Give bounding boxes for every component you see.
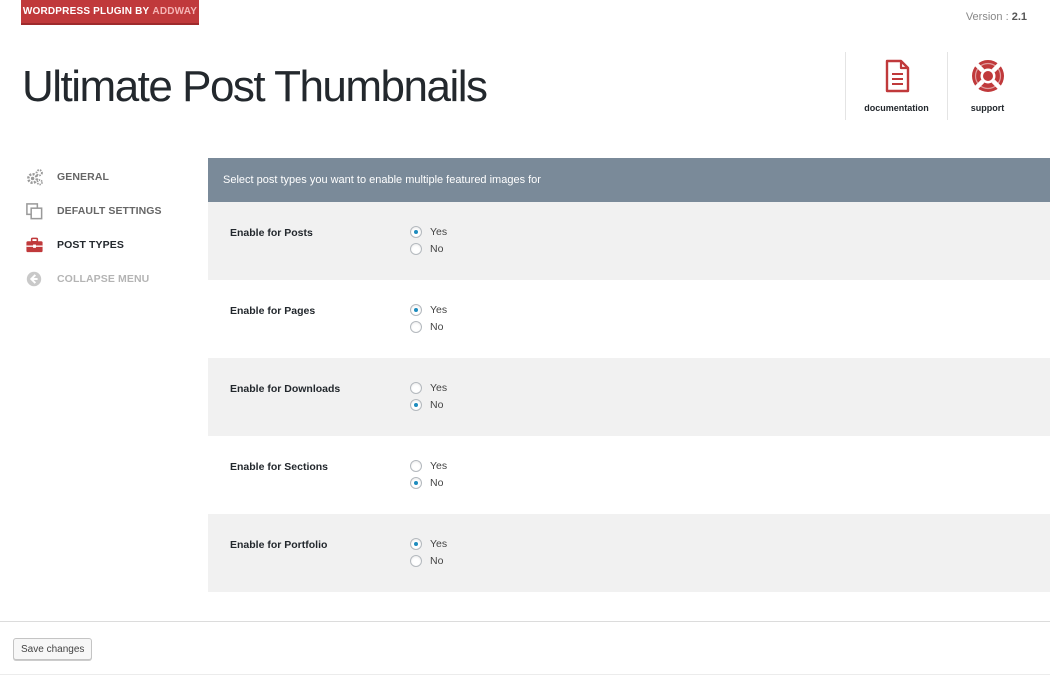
radio-label: No	[430, 320, 444, 333]
radio-option-yes[interactable]: Yes	[410, 302, 447, 319]
radio-option-no[interactable]: No	[410, 475, 447, 492]
sidebar-item-default-settings[interactable]: DEFAULT SETTINGS	[24, 194, 194, 228]
radio-option-no[interactable]: No	[410, 319, 447, 336]
radio-group: Yes No	[410, 380, 447, 413]
radio-button[interactable]	[410, 476, 422, 489]
support-link[interactable]: support	[947, 52, 1027, 120]
panel-header: Select post types you want to enable mul…	[208, 158, 1050, 202]
radio-button[interactable]	[410, 554, 422, 567]
badge-brand: ADDWAY	[152, 6, 198, 17]
sidebar-item-label: COLLAPSE MENU	[57, 273, 150, 285]
radio-button[interactable]	[410, 460, 422, 473]
sidebar-item-label: GENERAL	[57, 171, 110, 183]
version-info: Version : 2.1	[966, 11, 1027, 23]
radio-button[interactable]	[410, 242, 422, 255]
setting-row: Enable for Pages Yes No	[208, 280, 1050, 358]
setting-row: Enable for Downloads Yes No	[208, 358, 1050, 436]
documentation-link[interactable]: documentation	[845, 52, 947, 120]
radio-option-no[interactable]: No	[410, 241, 447, 258]
radio-label: Yes	[430, 226, 448, 239]
radio-option-no[interactable]: No	[410, 553, 447, 570]
plugin-badge: WORDPRESS PLUGIN BY ADDWAY	[21, 0, 199, 25]
setting-label: Enable for Pages	[230, 305, 316, 317]
radio-label: Yes	[430, 304, 448, 317]
setting-label: Enable for Posts	[230, 227, 313, 239]
radio-label: No	[430, 398, 444, 411]
sidebar-item-label: POST TYPES	[57, 239, 124, 251]
radio-option-no[interactable]: No	[410, 397, 447, 414]
radio-option-yes[interactable]: Yes	[410, 224, 447, 241]
radio-label: No	[430, 476, 444, 489]
setting-row: Enable for Sections Yes No	[208, 436, 1050, 514]
sidebar-item-collapse-menu[interactable]: COLLAPSE MENU	[24, 262, 194, 296]
toolbox-icon	[24, 235, 44, 255]
radio-label: Yes	[430, 460, 448, 473]
setting-label: Enable for Downloads	[230, 383, 341, 395]
radio-button[interactable]	[410, 538, 422, 551]
divider	[0, 674, 1050, 675]
save-changes-button[interactable]: Save changes	[13, 638, 93, 660]
arrow-left-circle-icon	[24, 269, 44, 289]
radio-option-yes[interactable]: Yes	[410, 380, 447, 397]
radio-option-yes[interactable]: Yes	[410, 536, 447, 553]
post-types-panel: Select post types you want to enable mul…	[208, 158, 1050, 592]
radio-button[interactable]	[410, 382, 422, 395]
help-links: documentation support	[845, 52, 1027, 120]
radio-label: No	[430, 242, 444, 255]
sidebar-item-general[interactable]: GENERAL	[24, 160, 194, 194]
setting-row: Enable for Portfolio Yes No	[208, 514, 1050, 592]
setting-label: Enable for Portfolio	[230, 539, 328, 551]
sidebar-nav: GENERAL DEFAULT SETTINGS POST TYPES COLL…	[24, 160, 194, 296]
setting-row: Enable for Posts Yes No	[208, 202, 1050, 280]
page-title: Ultimate Post Thumbnails	[22, 62, 488, 111]
sidebar-item-label: DEFAULT SETTINGS	[57, 205, 162, 217]
radio-group: Yes No	[410, 302, 447, 335]
version-label: Version :	[965, 11, 1009, 23]
divider	[0, 621, 1050, 622]
radio-group: Yes No	[410, 536, 447, 569]
version-number: 2.1	[1011, 11, 1027, 23]
setting-label: Enable for Sections	[230, 461, 329, 473]
radio-option-yes[interactable]: Yes	[410, 458, 447, 475]
copy-icon	[24, 201, 44, 221]
radio-label: No	[430, 554, 444, 567]
support-label: support	[970, 103, 1005, 113]
documentation-label: documentation	[864, 103, 929, 113]
radio-button[interactable]	[410, 304, 422, 317]
badge-prefix: WORDPRESS PLUGIN BY	[22, 6, 150, 17]
settings-rows: Enable for Posts Yes No Enable for Pages Yes…	[208, 202, 1050, 592]
sidebar-item-post-types[interactable]: POST TYPES	[24, 228, 194, 262]
lifebuoy-icon	[971, 60, 1004, 92]
radio-button[interactable]	[410, 320, 422, 333]
gears-icon	[24, 167, 44, 187]
radio-label: Yes	[430, 538, 448, 551]
radio-group: Yes No	[410, 224, 447, 257]
radio-group: Yes No	[410, 458, 447, 491]
document-icon	[885, 59, 909, 93]
radio-label: Yes	[430, 382, 448, 395]
radio-button[interactable]	[410, 226, 422, 239]
radio-button[interactable]	[410, 398, 422, 411]
